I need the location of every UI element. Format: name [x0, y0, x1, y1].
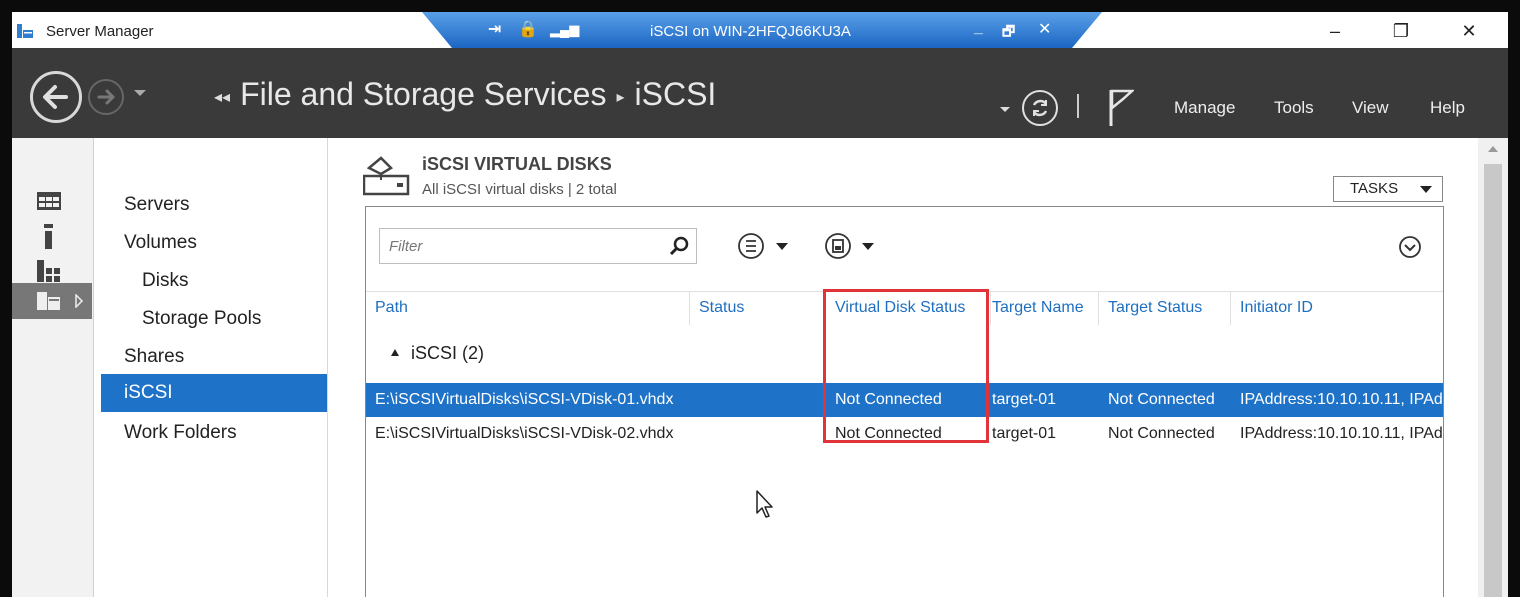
scrollbar-thumb[interactable] [1484, 164, 1502, 597]
column-header-status[interactable]: Status [699, 291, 744, 325]
restore-button[interactable]: ❐ [1378, 16, 1424, 46]
column-separator[interactable] [1230, 291, 1231, 325]
list-view-dropdown-icon[interactable] [776, 243, 788, 250]
back-arrow-icon [43, 85, 68, 109]
cell-status [699, 383, 819, 417]
role-icon-strip [12, 138, 94, 597]
back-button[interactable] [30, 71, 82, 123]
save-query-icon[interactable] [823, 231, 853, 261]
column-header-initiator-id[interactable]: Initiator ID [1240, 291, 1313, 325]
filter-box [379, 228, 697, 264]
forward-button[interactable] [88, 79, 124, 115]
lock-icon: 🔒 [518, 21, 538, 38]
section-title: iSCSI VIRTUAL DISKS [422, 154, 612, 174]
breadcrumb-current: iSCSI [634, 76, 717, 112]
column-separator[interactable] [689, 291, 690, 325]
nav-item-storage-pools[interactable]: Storage Pools [101, 300, 327, 338]
menu-manage[interactable]: Manage [1174, 98, 1235, 118]
dashboard-icon[interactable] [36, 188, 62, 214]
cell-path: E:\iSCSIVirtualDisks\iSCSI-VDisk-02.vhdx [375, 425, 674, 442]
content-area: iSCSI VIRTUAL DISKS All iSCSI virtual di… [329, 138, 1508, 597]
local-server-icon[interactable] [36, 224, 62, 250]
menu-tools[interactable]: Tools [1274, 98, 1314, 118]
column-header-path[interactable]: Path [375, 291, 408, 325]
column-separator[interactable] [990, 291, 991, 325]
all-servers-icon[interactable] [36, 258, 62, 284]
server-manager-window: Server Manager – ❐ ✕ ⇥ 🔒 ▂▄▆ iSCSI on WI… [12, 12, 1508, 597]
close-button[interactable]: ✕ [1446, 16, 1492, 46]
refresh-button[interactable] [1022, 90, 1058, 126]
cell-initiator-id: IPAddress:10.10.10.11, IPAd [1240, 425, 1443, 442]
navigation-pane: Servers Volumes Disks Storage Pools Shar… [95, 138, 328, 597]
refresh-icon [1032, 99, 1048, 117]
vertical-scrollbar[interactable] [1478, 138, 1508, 597]
breadcrumb-separator-icon: ▸ [616, 88, 625, 106]
mouse-cursor-icon [756, 490, 773, 518]
nav-item-servers[interactable]: Servers [101, 186, 327, 224]
window-title: Server Manager [46, 23, 154, 40]
column-header-target-status[interactable]: Target Status [1108, 291, 1202, 325]
file-storage-services-nav[interactable] [12, 283, 92, 319]
forward-arrow-icon [97, 89, 115, 105]
cell-target-status: Not Connected [1108, 425, 1215, 442]
remote-close-button[interactable]: ✕ [1038, 19, 1051, 39]
scroll-up-icon[interactable] [1488, 146, 1498, 152]
tasks-dropdown-icon [1420, 186, 1432, 193]
collapse-group-icon[interactable] [391, 349, 399, 356]
header-divider [1077, 94, 1079, 118]
nav-item-iscsi[interactable]: iSCSI [101, 374, 327, 412]
cell-target-name: target-01 [992, 425, 1057, 442]
remote-restore-button[interactable]: 🗗 [1002, 21, 1015, 45]
menu-help[interactable]: Help [1430, 98, 1465, 118]
header-bar: ◂◂ File and Storage Services ▸ iSCSI Manage… [12, 48, 1508, 138]
remote-minimize-button[interactable]: _ [974, 19, 983, 37]
cell-initiator-id: IPAddress:10.10.10.11, IPAd [1240, 391, 1443, 408]
remote-connection-bar: ⇥ 🔒 ▂▄▆ iSCSI on WIN-2HFQJ66KU3A _ 🗗 ✕ [422, 12, 1102, 48]
breadcrumb: ◂◂ File and Storage Services ▸ iSCSI [204, 76, 716, 113]
file-storage-icon [37, 292, 60, 310]
section-subtitle: All iSCSI virtual disks | 2 total [422, 181, 617, 198]
nav-item-disks[interactable]: Disks [101, 262, 327, 300]
list-view-options-icon[interactable] [736, 231, 766, 261]
expand-collapse-icon[interactable] [1398, 235, 1422, 259]
tasks-label: TASKS [1350, 180, 1399, 197]
iscsi-disk-icon [363, 156, 410, 196]
history-dropdown-icon[interactable] [134, 90, 146, 96]
pin-icon[interactable]: ⇥ [488, 19, 501, 39]
signal-icon: ▂▄▆ [550, 22, 580, 37]
nav-item-work-folders[interactable]: Work Folders [101, 414, 327, 452]
cell-status [699, 417, 819, 451]
group-header[interactable]: iSCSI (2) [391, 343, 484, 364]
notifications-flag-icon[interactable] [1108, 88, 1134, 128]
minimize-button[interactable]: – [1312, 16, 1358, 46]
save-query-dropdown-icon[interactable] [862, 243, 874, 250]
group-label: iSCSI (2) [411, 343, 485, 363]
column-header-target-name[interactable]: Target Name [992, 291, 1084, 325]
annotation-highlight-box [823, 289, 989, 443]
cell-target-status: Not Connected [1108, 391, 1215, 408]
menu-view[interactable]: View [1352, 98, 1389, 118]
remote-bar-title: iSCSI on WIN-2HFQJ66KU3A [650, 23, 851, 40]
breadcrumb-root[interactable]: File and Storage Services [240, 76, 606, 112]
column-separator[interactable] [1098, 291, 1099, 325]
header-dropdown-icon[interactable] [1000, 107, 1010, 112]
breadcrumb-back-icon: ◂◂ [214, 88, 231, 106]
nav-item-shares[interactable]: Shares [101, 338, 327, 376]
search-icon[interactable] [668, 235, 690, 257]
filter-input[interactable] [380, 229, 660, 263]
expand-arrow-icon [75, 294, 84, 308]
cell-path: E:\iSCSIVirtualDisks\iSCSI-VDisk-01.vhdx [375, 391, 674, 408]
tasks-dropdown[interactable]: TASKS [1333, 176, 1443, 202]
iscsi-disks-panel: Path Status Virtual Disk Status Target N… [365, 206, 1444, 597]
nav-item-volumes[interactable]: Volumes [101, 224, 327, 262]
cell-target-name: target-01 [992, 391, 1057, 408]
server-manager-icon [17, 24, 33, 38]
